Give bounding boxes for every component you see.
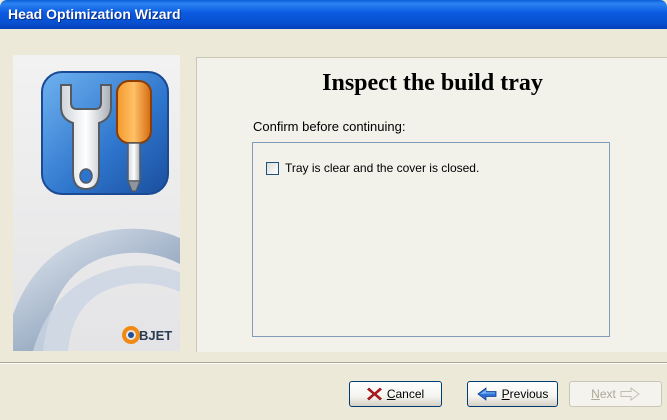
tray-clear-checkbox-label[interactable]: Tray is clear and the cover is closed. [285, 161, 479, 175]
cancel-x-icon [366, 387, 382, 401]
next-label: Next [591, 387, 616, 401]
sidebar-graphic-panel: BJET [13, 55, 180, 351]
window-title: Head Optimization Wizard [8, 6, 181, 22]
back-arrow-icon [476, 387, 497, 401]
wizard-content: Inspect the build tray Confirm before co… [196, 57, 667, 352]
previous-button[interactable]: Previous [467, 381, 558, 407]
cancel-label: Cancel [386, 387, 425, 401]
tray-clear-checkbox[interactable] [266, 161, 279, 175]
next-button[interactable]: Next [569, 381, 662, 407]
objet-logo: BJET [139, 328, 172, 343]
button-bar-separator [0, 362, 667, 364]
step-heading: Inspect the build tray [322, 70, 543, 96]
title-bar: Head Optimization Wizard [0, 0, 667, 29]
confirm-instruction: Confirm before continuing: [253, 119, 406, 134]
forward-arrow-icon [620, 387, 640, 401]
tools-illustration: BJET [13, 71, 180, 351]
tray-clear-checkbox-row[interactable]: Tray is clear and the cover is closed. [266, 161, 479, 175]
cancel-button[interactable]: Cancel [349, 381, 442, 407]
previous-label: Previous [501, 387, 549, 401]
confirmation-group: Tray is clear and the cover is closed. [252, 142, 610, 337]
